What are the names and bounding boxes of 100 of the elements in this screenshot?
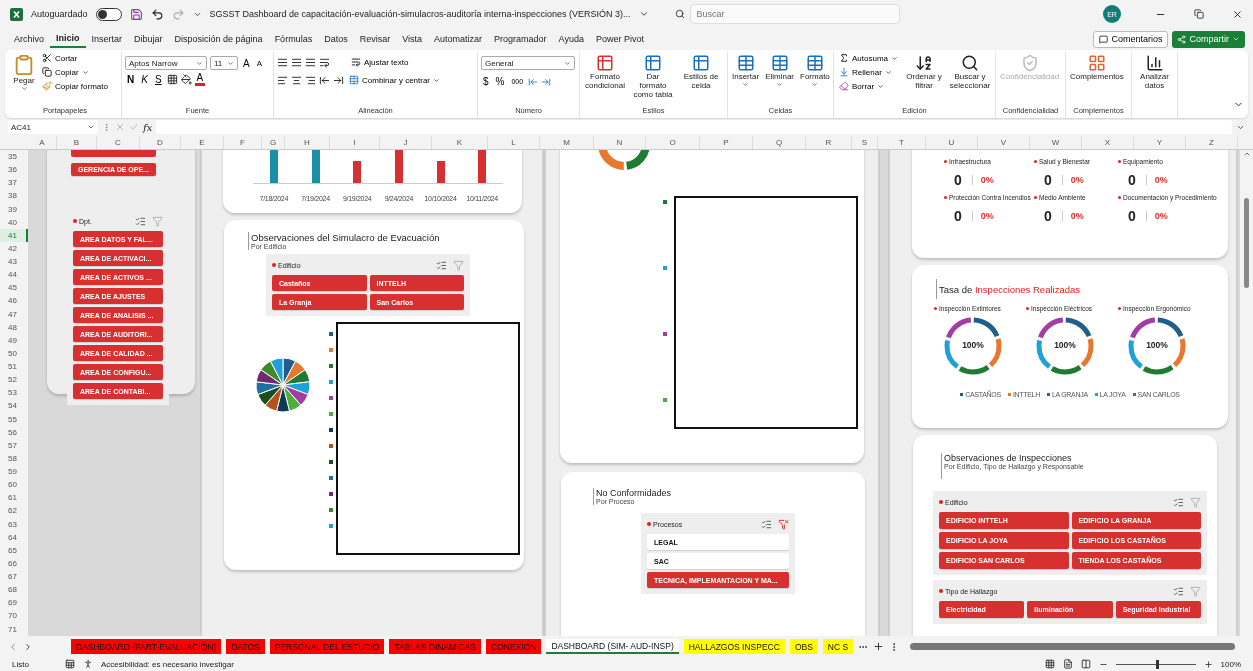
scroll-up-icon[interactable] [1242,150,1251,158]
align-right-icon[interactable] [305,74,316,86]
multi-select-icon[interactable] [135,215,146,227]
close-icon[interactable] [1232,8,1243,20]
sheet-tab[interactable]: TABLAS DINAMICAS [389,639,482,654]
page-break-icon[interactable] [1080,659,1091,669]
menu-tab[interactable]: Power Pivot [589,31,650,47]
add-sheet-icon[interactable] [873,641,885,652]
decrease-indent-icon[interactable] [319,74,330,86]
zoom-in-icon[interactable] [1203,659,1213,669]
number-format-field[interactable]: General [481,56,575,70]
increase-indent-icon[interactable] [333,74,344,86]
search-field[interactable]: Buscar [689,4,900,24]
kpi-percent: 0% [971,211,994,221]
menu-tab[interactable]: Datos [318,31,354,47]
currency-button[interactable]: $ [481,76,491,87]
styles-button[interactable]: Dar formato como tabla [631,52,675,102]
column-header: D [140,136,181,149]
align-middle-icon[interactable] [291,56,302,68]
multi-select-icon[interactable] [1173,496,1184,508]
sheet-tab[interactable]: CONEXION [486,639,542,654]
multi-select-icon[interactable] [761,518,772,530]
wrap-text-button[interactable]: Ajustar texto [349,56,411,68]
share-button[interactable]: Compartir [1172,30,1245,48]
comments-button[interactable]: Comentarios [1093,30,1169,48]
addins-button[interactable]: Complementos [1069,52,1125,84]
sheet-tab[interactable]: HALLAZGOS INSPECC [683,639,785,654]
menu-tab[interactable]: Programador [488,31,553,47]
menu-tab[interactable]: Fórmulas [268,31,319,47]
align-center-icon[interactable] [291,74,302,86]
analyze-data-button[interactable]: Analizar datos [1135,52,1174,93]
menu-tab[interactable]: Ayuda [552,31,590,47]
menu-tab[interactable]: Revisar [353,31,397,47]
accessibility-status[interactable]: Accesibilidad: es necesario investigar [100,659,234,669]
font-color-button[interactable]: A [194,72,206,86]
styles-button[interactable]: Estilos de celda [679,52,723,93]
zoom-thumb[interactable] [1155,659,1159,669]
cells-button[interactable]: Insertar [731,52,761,91]
page-layout-icon[interactable] [1062,659,1073,669]
font-size-field[interactable]: 11 [210,56,238,70]
decrease-decimal-icon[interactable] [541,76,552,87]
table-icon [596,54,614,72]
align-left-icon[interactable] [277,74,288,86]
cells-button[interactable]: Formato [799,52,831,91]
align-bottom-icon[interactable] [305,56,316,68]
menu-tab[interactable]: Automatizar [428,31,489,47]
autosave-toggle[interactable] [95,7,122,21]
styles-button[interactable]: Formato condicional [583,52,627,93]
insert-function-button[interactable]: fx [143,121,153,133]
merge-center-button[interactable]: Combinar y centrar [347,74,443,86]
orientation-icon[interactable] [319,56,330,68]
borders-icon[interactable] [166,73,178,85]
undo-icon[interactable] [150,7,164,21]
sort-filter-button[interactable]: Ordenar y filtrar [904,52,945,93]
cut-button[interactable]: Cortar [40,52,110,64]
paste-button[interactable]: Pegar [12,52,36,95]
increase-decimal-icon[interactable] [528,76,539,87]
sheet-tab[interactable]: DASHBOARD (SIM- AUD-INSP) [546,639,679,654]
menu-tab[interactable]: Inicio [50,30,86,48]
percent-button[interactable]: % [493,76,507,87]
copy-button[interactable]: Copiar [40,66,110,78]
chevron-down-icon[interactable] [638,9,649,19]
italic-button[interactable]: K [139,73,150,85]
clear-filter-icon[interactable] [778,518,789,530]
format-painter-button[interactable]: Copiar formato [40,80,110,92]
normal-view-icon[interactable] [1044,659,1055,669]
menu-tab[interactable]: Archivo [8,31,50,47]
menu-tab[interactable]: Disposición de página [168,31,269,47]
underline-button[interactable]: S [152,73,164,85]
column-header: F [224,136,262,149]
save-icon[interactable] [129,7,143,21]
fill-color-icon[interactable] [180,73,192,85]
restore-icon[interactable] [1194,9,1204,19]
scrollbar-thumb[interactable] [1244,198,1249,288]
grow-font-button[interactable]: A [241,57,252,69]
cells-button[interactable]: Eliminar [764,52,796,91]
font-name-field[interactable]: Aptos Narrow [125,56,207,70]
menu-tab[interactable]: Dibujar [128,31,169,47]
next-sheet-icon[interactable] [23,641,33,652]
bold-button[interactable]: N [125,73,137,85]
sheet-tab[interactable]: NC S [822,639,854,654]
menu-tab[interactable]: Insertar [85,31,129,47]
horizontal-scrollbar[interactable] [910,643,1235,650]
paintbrush-icon [42,81,52,91]
name-box[interactable]: AC41 [8,120,98,134]
fill-button[interactable]: Rellenar [837,66,901,78]
sheet-tab[interactable]: PERSONAL DEL ESTUDIO [269,639,385,654]
sheet-tab[interactable]: DASHBOARD (PART-EVALUACIÓN) [71,639,222,654]
shrink-font-button[interactable]: A [254,58,264,68]
autosum-button[interactable]: Autosuma [837,52,901,64]
multi-select-icon[interactable] [1173,585,1184,597]
find-select-button[interactable]: Buscar y seleccionar [948,52,992,93]
multi-select-icon[interactable] [436,259,447,271]
sheet-tab[interactable]: OBS [789,639,818,654]
kpi-value: 0 [954,172,962,188]
formula-input[interactable] [156,120,1232,134]
clear-button[interactable]: Borrar [837,80,901,92]
align-top-icon[interactable] [277,56,288,68]
menu-tab[interactable]: Vista [396,31,429,47]
sheet-tab[interactable]: DATOS [226,639,265,654]
